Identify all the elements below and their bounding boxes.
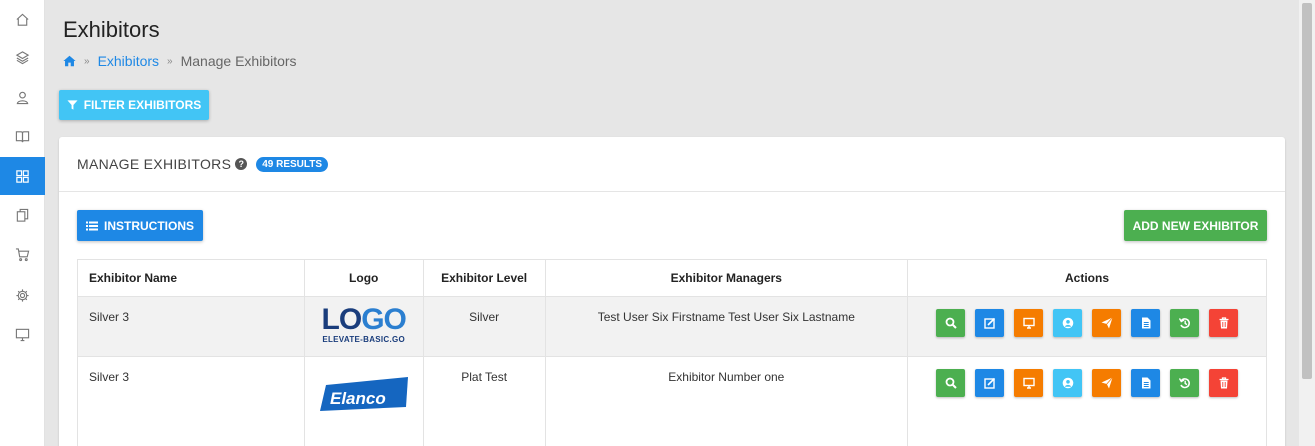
manage-exhibitors-panel: MANAGE EXHIBITORS ? 49 RESULTS INSTRUCTI… [59, 137, 1285, 446]
edit-button[interactable] [975, 309, 1005, 337]
user-circle-icon [1062, 317, 1073, 329]
exhibitor-managers: Exhibitor Number one [544, 356, 909, 446]
page-title: Exhibitors [63, 17, 160, 42]
exhibitor-logo: LOGO ELEVATE-BASIC.GO [303, 296, 424, 357]
filter-icon [67, 100, 78, 110]
document-button[interactable] [1131, 309, 1161, 337]
column-header-level[interactable]: Exhibitor Level [422, 259, 546, 297]
action-buttons [908, 369, 1266, 397]
question-circle-icon[interactable]: ? [235, 158, 248, 170]
document-icon [1141, 317, 1151, 329]
elanco-logo: Elanco [319, 377, 408, 411]
scrollbar[interactable] [1299, 0, 1315, 446]
view-button[interactable] [936, 369, 966, 397]
delete-button[interactable] [1209, 309, 1239, 337]
list-icon [86, 221, 98, 230]
column-header-name[interactable]: Exhibitor Name [77, 259, 305, 297]
sidebar-item-settings[interactable] [0, 276, 45, 314]
trash-icon [1219, 317, 1229, 329]
actions-cell [907, 356, 1267, 446]
document-button[interactable] [1131, 369, 1161, 397]
exhibitor-logo: Elanco [303, 356, 424, 446]
breadcrumb-current: Manage Exhibitors [180, 53, 297, 69]
monitor-icon [1022, 317, 1035, 329]
search-icon [945, 317, 957, 329]
view-button[interactable] [936, 309, 966, 337]
cart-icon [15, 247, 30, 261]
managers-button[interactable] [1053, 369, 1083, 397]
filter-exhibitors-label: FILTER EXHIBITORS [83, 98, 202, 112]
instructions-button[interactable]: INSTRUCTIONS [77, 210, 203, 241]
filter-exhibitors-button[interactable]: FILTER EXHIBITORS [59, 90, 209, 120]
edit-icon [983, 317, 995, 329]
breadcrumb-separator: » [167, 55, 173, 67]
exhibitor-name: Silver 3 [77, 296, 305, 357]
sidebar-item-exhibitors[interactable] [0, 157, 45, 195]
add-new-exhibitor-label: ADD NEW EXHIBITOR [1132, 218, 1259, 233]
actions-cell [907, 296, 1267, 357]
preview-button[interactable] [1014, 369, 1044, 397]
grid-icon [16, 169, 29, 183]
history-icon [1178, 318, 1190, 329]
sidebar-item-copy[interactable] [0, 196, 45, 234]
breadcrumb: » Exhibitors » Manage Exhibitors [63, 53, 297, 69]
send-button[interactable] [1092, 309, 1122, 337]
table-header-row: Exhibitor Name Logo Exhibitor Level Exhi… [77, 259, 1267, 297]
edit-button[interactable] [975, 369, 1005, 397]
breadcrumb-separator: » [84, 55, 90, 67]
logo-text: LOGO [321, 303, 407, 336]
copy-icon [16, 208, 29, 222]
send-button[interactable] [1092, 369, 1122, 397]
send-icon [1101, 317, 1113, 329]
add-new-exhibitor-button[interactable]: ADD NEW EXHIBITOR [1124, 210, 1267, 241]
table-row: Silver 3 Elanco Plat Test Exhibitor Numb… [77, 356, 1267, 446]
delete-button[interactable] [1209, 369, 1239, 397]
edit-icon [983, 377, 995, 389]
scrollbar-thumb[interactable] [1302, 3, 1312, 379]
gear-icon [16, 288, 29, 302]
send-icon [1101, 377, 1113, 389]
managers-button[interactable] [1053, 309, 1083, 337]
sidebar [0, 0, 45, 446]
table-row: Silver 3 LOGO ELEVATE-BASIC.GO Silver Te… [77, 296, 1267, 357]
breadcrumb-link-exhibitors[interactable]: Exhibitors [98, 53, 159, 69]
exhibitor-managers: Test User Six Firstname Test User Six La… [544, 296, 909, 357]
history-button[interactable] [1170, 369, 1200, 397]
exhibitor-level: Plat Test [422, 356, 546, 446]
exhibitor-level: Silver [422, 296, 546, 357]
preview-button[interactable] [1014, 309, 1044, 337]
sidebar-item-home[interactable] [0, 0, 45, 38]
search-icon [945, 377, 957, 389]
home-icon [16, 13, 29, 26]
column-header-logo: Logo [303, 259, 424, 297]
panel-header: MANAGE EXHIBITORS ? 49 RESULTS [59, 137, 1285, 192]
exhibitors-table: Exhibitor Name Logo Exhibitor Level Exhi… [77, 259, 1267, 446]
column-header-managers: Exhibitor Managers [544, 259, 909, 297]
sidebar-item-cart[interactable] [0, 235, 45, 273]
results-badge: 49 RESULTS [256, 156, 329, 172]
user-circle-icon [1062, 377, 1073, 389]
instructions-label: INSTRUCTIONS [104, 218, 194, 233]
exhibitor-name: Silver 3 [77, 356, 305, 446]
monitor-icon [15, 328, 30, 341]
user-icon [16, 91, 29, 104]
column-header-actions: Actions [907, 259, 1267, 297]
history-icon [1178, 378, 1190, 389]
svg-text:Elanco: Elanco [330, 389, 386, 408]
action-buttons [908, 309, 1266, 337]
logo-subtext: ELEVATE-BASIC.GO [322, 335, 406, 344]
trash-icon [1219, 377, 1229, 389]
monitor-icon [1022, 377, 1035, 389]
sidebar-item-monitor[interactable] [0, 315, 45, 353]
book-icon [15, 130, 30, 142]
sidebar-item-book[interactable] [0, 117, 45, 155]
sidebar-item-users[interactable] [0, 78, 45, 116]
sidebar-item-layers[interactable] [0, 38, 45, 76]
home-icon[interactable] [63, 55, 76, 67]
panel-title: MANAGE EXHIBITORS [77, 156, 232, 172]
document-icon [1141, 377, 1151, 389]
history-button[interactable] [1170, 309, 1200, 337]
layers-icon [15, 50, 30, 64]
logo-image: LOGO ELEVATE-BASIC.GO [305, 303, 423, 345]
